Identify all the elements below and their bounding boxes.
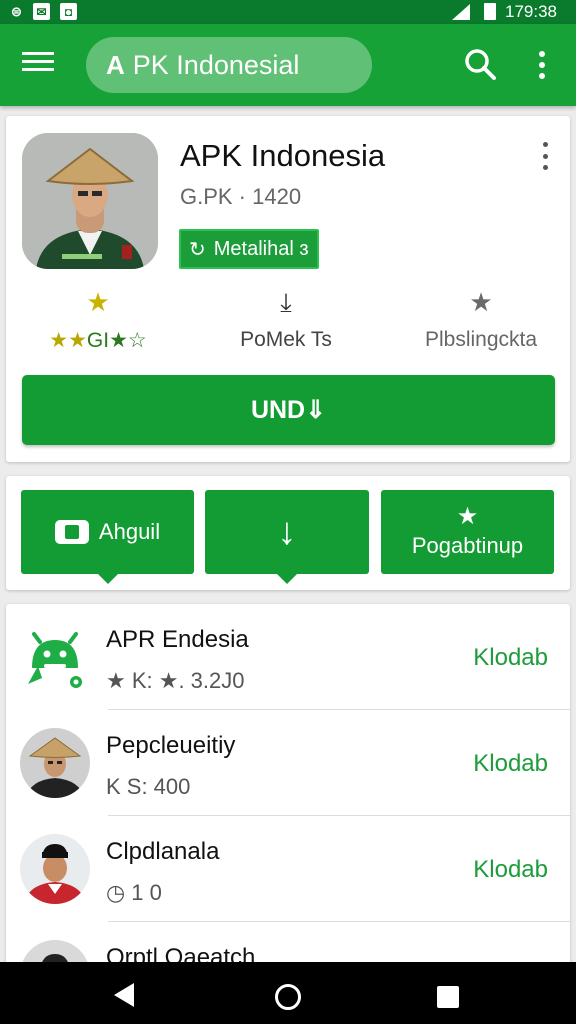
list-item-download-link[interactable]: Klodab	[473, 856, 548, 884]
actions-card: Ahguil ↓ ★ Pogabtinup	[6, 476, 570, 590]
search-text: PK Indonesial	[132, 49, 300, 80]
status-badge: ↻ Metalihal ɜ	[179, 229, 319, 269]
card-overflow-icon[interactable]	[536, 142, 554, 170]
related-apps-list: APR Endesia ★ K: ★. 3.2J0 Klodab Pepcleu…	[6, 604, 570, 984]
rating-stat: ★ ★★GI★☆	[28, 286, 168, 353]
stars-icon-2: ★☆	[109, 329, 147, 352]
category-stat: ★ Plbslingckta	[406, 286, 556, 352]
navigation-bar	[0, 962, 576, 1024]
screen-icon	[54, 520, 89, 544]
android-logo-icon	[20, 622, 90, 692]
action-button-1[interactable]: Ahguil	[21, 490, 194, 584]
downloads-label: PoMek Ts	[240, 328, 332, 351]
downloads-stat: ⤓ PoMek Ts	[216, 286, 356, 352]
app-bar: A PK Indonesial	[0, 24, 576, 106]
download-arrow-icon: ⇓	[305, 396, 327, 424]
app-subtitle: G.PK · 1420	[180, 184, 302, 209]
back-icon[interactable]	[114, 983, 134, 1007]
status-time: 179:38	[505, 2, 557, 21]
category-star-icon: ★	[469, 287, 493, 317]
action-label-3: Pogabtinup	[411, 533, 524, 558]
star-icon: ★	[86, 287, 110, 317]
list-item-meta: ◷ 1 0	[106, 880, 162, 905]
rating-label: GI	[86, 329, 110, 352]
battery-icon	[484, 3, 496, 20]
list-item[interactable]: APR Endesia ★ K: ★. 3.2J0 Klodab	[6, 604, 570, 710]
list-item-name: APR Endesia	[106, 626, 249, 653]
list-item-name: Clpdlanala	[106, 838, 220, 865]
sync-icon: ⊜	[11, 3, 22, 19]
list-item[interactable]: Pepcleueitiy K S: 400 Klodab	[6, 710, 570, 816]
stars-icon: ★★	[49, 329, 87, 352]
download-icon: ↓	[277, 510, 297, 553]
list-item-name: Pepcleueitiy	[106, 732, 236, 759]
star-icon: ★	[456, 503, 479, 530]
search-icon[interactable]	[462, 46, 498, 82]
avatar	[20, 834, 90, 904]
avatar	[20, 728, 90, 798]
install-label: UND	[250, 395, 306, 424]
badge-label: Metalihal ɜ	[213, 237, 309, 260]
action-label-1: Ahguil	[98, 519, 161, 544]
home-icon[interactable]	[275, 984, 301, 1010]
download-tray-icon: ⤓	[280, 287, 292, 317]
list-item[interactable]: Clpdlanala ◷ 1 0 Klodab	[6, 816, 570, 922]
refresh-icon: ↻	[189, 238, 206, 261]
recent-apps-icon[interactable]	[437, 986, 459, 1008]
list-item-meta: ★ K: ★. 3.2J0	[106, 668, 245, 693]
android-icon: ◘	[60, 3, 77, 20]
list-item-meta: K S: 400	[106, 774, 191, 799]
menu-icon[interactable]	[22, 52, 54, 76]
signal-icon	[452, 4, 470, 20]
message-icon: ✉	[33, 3, 50, 20]
overflow-menu-icon[interactable]	[530, 48, 554, 82]
download-button[interactable]: ↓	[205, 490, 369, 584]
action-button-3[interactable]: ★ Pogabtinup	[381, 490, 554, 574]
list-item-download-link[interactable]: Klodab	[473, 644, 548, 672]
app-letter-icon: A	[106, 49, 125, 80]
status-bar: ⊜ ✉ ◘ 179:38	[0, 0, 576, 24]
app-detail-card: APK Indonesia G.PK · 1420 ↻ Metalihal ɜ …	[6, 116, 570, 462]
list-item-download-link[interactable]: Klodab	[473, 750, 548, 778]
install-button[interactable]: UND ⇓	[22, 375, 555, 445]
app-icon	[22, 133, 158, 269]
app-title: APK Indonesia	[180, 138, 386, 173]
search-field[interactable]: A PK Indonesial	[86, 37, 372, 93]
category-label: Plbslingckta	[424, 328, 538, 351]
